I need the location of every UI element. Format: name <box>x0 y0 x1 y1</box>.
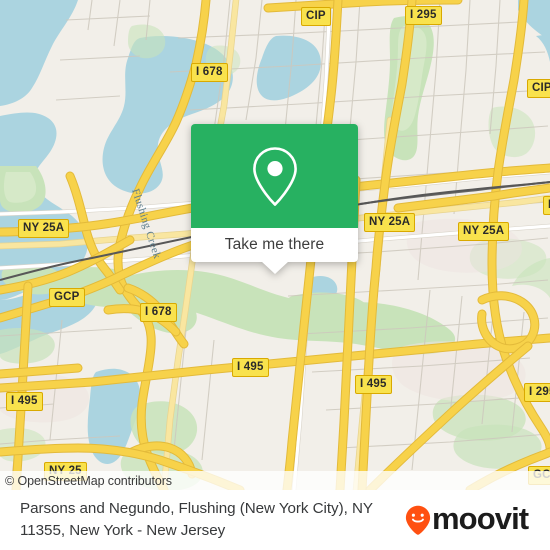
callout-action-bar[interactable]: Take me there <box>191 228 358 262</box>
attribution-text: © OpenStreetMap contributors <box>5 473 172 488</box>
route-shield: I 295 <box>524 383 550 402</box>
take-me-there-callout[interactable]: Take me there <box>191 124 358 274</box>
route-shield: GCP <box>49 288 85 307</box>
map-attribution: © OpenStreetMap contributors <box>0 471 550 490</box>
route-shield: NY 25A <box>458 222 510 241</box>
route-shield: NY <box>543 196 550 215</box>
route-shield: I 495 <box>355 375 392 394</box>
callout-icon-panel <box>191 124 358 228</box>
location-title: Parsons and Negundo, Flushing (New York … <box>0 498 405 542</box>
location-title-line-2: 11355, New York - New Jersey <box>20 522 226 539</box>
take-me-there-label: Take me there <box>224 236 325 253</box>
moovit-logo[interactable]: moovit <box>405 503 550 537</box>
svg-text:moovit: moovit <box>432 503 529 536</box>
route-shield: CIP <box>301 7 331 26</box>
route-shield: I 495 <box>6 392 43 411</box>
route-shield: I 678 <box>191 63 228 82</box>
location-title-line-1: Parsons and Negundo, Flushing (New York … <box>20 500 373 517</box>
map-pin-icon <box>252 147 297 206</box>
route-shield: NY 25A <box>18 219 70 238</box>
moovit-wordmark: moovit <box>432 503 536 537</box>
screenshot-root: .wt { fill:#abd4e0; } .pk { fill:#c8e3ba… <box>0 0 550 550</box>
moovit-pin-icon <box>405 505 431 535</box>
route-shield: I 295 <box>405 6 442 25</box>
callout-pointer <box>260 261 289 274</box>
route-shield: I 495 <box>232 358 269 377</box>
route-shield: CIP <box>527 79 550 98</box>
footer-bar: Parsons and Negundo, Flushing (New York … <box>0 490 550 550</box>
route-shield: I 678 <box>140 303 177 322</box>
route-shield: NY 25A <box>364 213 416 232</box>
moovit-wordmark-svg: moovit <box>432 503 530 536</box>
